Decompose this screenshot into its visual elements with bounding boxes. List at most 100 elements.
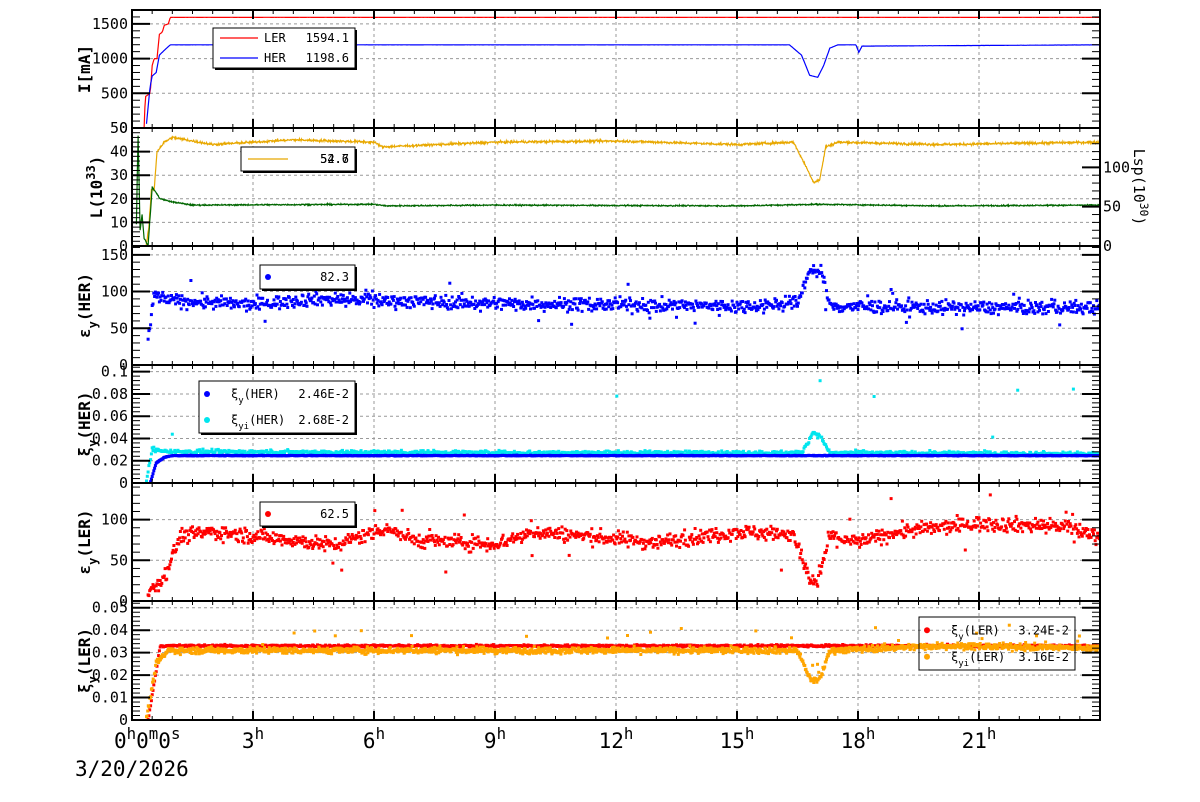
data-point: [1090, 307, 1093, 310]
data-point: [727, 303, 730, 306]
data-point: [147, 471, 150, 474]
data-point: [832, 537, 835, 540]
data-point: [826, 544, 829, 547]
data-point: [990, 303, 993, 306]
data-point: [742, 530, 745, 533]
data-point: [919, 303, 922, 306]
data-point: [891, 292, 894, 295]
data-point: [568, 308, 571, 311]
data-point: [705, 302, 708, 305]
data-point: [471, 533, 474, 536]
data-point: [719, 307, 722, 310]
data-point: [246, 535, 249, 538]
data-point: [346, 538, 349, 541]
data-point: [568, 554, 571, 557]
data-point: [172, 544, 175, 547]
data-point: [871, 304, 874, 307]
data-point: [941, 313, 944, 316]
data-point: [1040, 301, 1043, 304]
data-point: [381, 303, 384, 306]
data-point: [629, 539, 632, 542]
data-point: [655, 310, 658, 313]
data-point: [744, 311, 747, 314]
data-point: [773, 305, 776, 308]
data-point: [907, 300, 910, 303]
data-point: [739, 533, 742, 536]
data-point: [821, 561, 824, 564]
data-point: [409, 306, 412, 309]
data-point: [857, 536, 860, 539]
data-point: [1074, 523, 1077, 526]
data-point: [340, 569, 343, 572]
data-point: [171, 433, 174, 436]
data-point: [819, 572, 822, 575]
data-point: [275, 533, 278, 536]
data-point: [489, 547, 492, 550]
data-point: [765, 306, 768, 309]
data-point: [566, 311, 569, 314]
data-point: [293, 306, 296, 309]
data-point: [334, 292, 337, 295]
data-point: [1036, 521, 1039, 524]
data-point: [1065, 511, 1068, 514]
data-point: [616, 536, 619, 539]
data-point: [1094, 539, 1097, 542]
data-point: [305, 540, 308, 543]
data-point: [413, 542, 416, 545]
data-point: [799, 295, 802, 298]
data-point: [997, 313, 1000, 316]
data-point: [546, 532, 549, 535]
data-point: [248, 532, 251, 535]
data-point: [440, 296, 443, 299]
data-point: [784, 533, 787, 536]
data-point: [687, 545, 690, 548]
data-point: [699, 529, 702, 532]
data-point: [588, 297, 591, 300]
data-point: [815, 275, 818, 278]
data-point: [362, 529, 365, 532]
data-point: [923, 303, 926, 306]
data-point: [556, 532, 559, 535]
data-point: [394, 305, 397, 308]
data-point: [460, 292, 463, 295]
data-point: [258, 308, 261, 311]
data-point: [641, 297, 644, 300]
data-point: [580, 297, 583, 300]
data-point: [807, 571, 810, 574]
data-point: [1079, 308, 1082, 311]
data-point: [1016, 530, 1019, 533]
data-point: [180, 307, 183, 310]
data-point: [1058, 323, 1061, 326]
data-point: [930, 532, 933, 535]
data-point: [414, 537, 417, 540]
data-point: [188, 539, 191, 542]
data-point: [1034, 517, 1037, 520]
data-point: [656, 547, 659, 550]
data-point: [674, 534, 677, 537]
data-point: [401, 509, 404, 512]
data-point: [1050, 298, 1053, 301]
data-point: [306, 305, 309, 308]
data-point: [184, 536, 187, 539]
data-point: [285, 303, 288, 306]
data-point: [147, 338, 150, 341]
data-point: [644, 545, 647, 548]
data-point: [502, 534, 505, 537]
data-point: [954, 524, 957, 527]
data-point: [729, 540, 732, 543]
data-point: [727, 536, 730, 539]
data-point: [431, 307, 434, 310]
data-point: [357, 531, 360, 534]
data-point: [220, 534, 223, 537]
data-layer: [136, 17, 1101, 721]
data-point: [452, 543, 455, 546]
data-point: [201, 536, 204, 539]
data-point: [780, 569, 783, 572]
data-point: [319, 300, 322, 303]
data-point: [631, 536, 634, 539]
data-point: [382, 533, 385, 536]
data-point: [867, 533, 870, 536]
data-point: [874, 540, 877, 543]
data-point: [493, 296, 496, 299]
data-point: [991, 436, 994, 439]
